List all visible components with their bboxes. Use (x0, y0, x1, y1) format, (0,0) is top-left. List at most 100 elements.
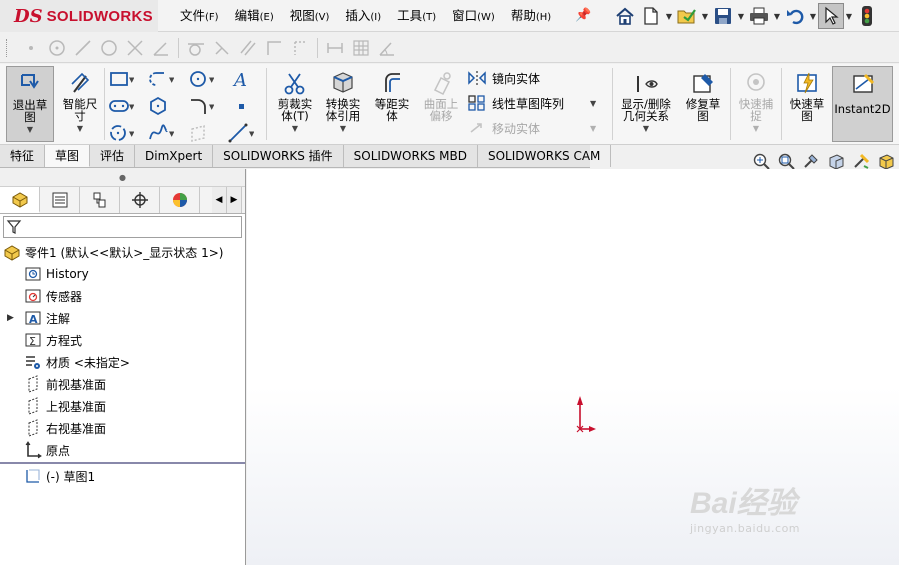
repair-sketch-button[interactable]: 修复草 图 (680, 66, 726, 142)
chevron-right-icon[interactable]: ▶ (227, 187, 242, 213)
tree-item-material[interactable]: 材质 <未指定> (0, 351, 245, 373)
circle-icon[interactable] (96, 37, 122, 59)
offset-entities-button[interactable]: 等距实 体 (370, 66, 414, 142)
center-point-icon[interactable] (44, 37, 70, 59)
tree-item-sketch1[interactable]: (-) 草图1 (0, 465, 245, 487)
display-manager-tab[interactable] (160, 187, 200, 213)
offset-on-surface-button[interactable]: 曲面上 偏移 (418, 66, 464, 142)
tab-dimxpert[interactable]: DimXpert (135, 145, 214, 167)
rebuild-traffic-light-icon[interactable] (854, 3, 880, 29)
configuration-manager-tab[interactable] (80, 187, 120, 213)
mirror-entities-button[interactable]: 镜向实体 (466, 66, 540, 90)
intersect-icon[interactable] (122, 37, 148, 59)
menu-insert[interactable]: 插入(I) (337, 4, 389, 28)
tab-mbd[interactable]: SOLIDWORKS MBD (344, 145, 478, 167)
parallel-icon[interactable] (235, 37, 261, 59)
point-tool-icon[interactable] (228, 95, 254, 117)
slot-icon[interactable]: ▼ (148, 68, 174, 90)
save-icon[interactable] (710, 3, 736, 29)
menu-tools[interactable]: 工具(T) (389, 4, 444, 28)
line-icon[interactable] (70, 37, 96, 59)
menu-view[interactable]: 视图(V) (282, 4, 338, 28)
tree-item-origin[interactable]: 原点 (0, 439, 245, 461)
rapid-sketch-button[interactable]: 快速草 图 (784, 66, 830, 142)
property-manager-tab[interactable] (40, 187, 80, 213)
rollback-bar[interactable] (0, 462, 245, 464)
solidworks-logo[interactable]: DS SOLIDWORKS (0, 0, 158, 32)
tab-addins[interactable]: SOLIDWORKS 插件 (213, 145, 344, 167)
tree-item-sensors[interactable]: 传感器 (0, 285, 245, 307)
tree-item-top-plane[interactable]: 上视基准面 (0, 395, 245, 417)
menu-window[interactable]: 窗口(W) (444, 4, 503, 28)
spline-icon[interactable]: ▼ (148, 122, 174, 144)
menu-edit[interactable]: 编辑(E) (227, 4, 282, 28)
chevron-left-icon[interactable]: ◀ (212, 187, 227, 213)
menu-file[interactable]: 文件(F) (172, 4, 227, 28)
select-cursor-icon[interactable] (818, 3, 844, 29)
ellipse-icon[interactable]: ▼ (108, 122, 134, 144)
rectangle-icon[interactable]: ▼ (108, 68, 134, 90)
grid-icon[interactable] (348, 37, 374, 59)
chevron-down-icon[interactable]: ▼ (590, 124, 596, 133)
tree-root-part[interactable]: 零件1 (默认<<默认>_显示状态 1>) (0, 241, 245, 263)
panel-splitter-handle[interactable]: ● (0, 169, 245, 187)
expand-arrow-icon[interactable]: ▶ (7, 313, 14, 323)
angle-dim-icon[interactable] (374, 37, 400, 59)
chevron-down-icon[interactable]: ▼ (753, 124, 759, 133)
tree-item-history[interactable]: History (0, 263, 245, 285)
chevron-down-icon[interactable]: ▼ (590, 99, 596, 108)
home-icon[interactable] (612, 3, 638, 29)
chevron-down-icon[interactable]: ▼ (772, 12, 782, 21)
move-entities-button[interactable]: 移动实体 ▼ (466, 116, 596, 140)
instant2d-button[interactable]: Instant2D (832, 66, 893, 142)
chevron-down-icon[interactable]: ▼ (643, 124, 649, 133)
dimxpert-manager-tab[interactable] (120, 187, 160, 213)
angle-icon[interactable] (148, 37, 174, 59)
previous-view-icon[interactable] (800, 151, 822, 171)
tree-item-annotations[interactable]: ▶ A 注解 (0, 307, 245, 329)
tangent-icon[interactable] (183, 37, 209, 59)
tab-sketch[interactable]: 草图 (45, 145, 91, 167)
pin-icon[interactable]: 📌 (575, 8, 591, 23)
open-folder-icon[interactable] (674, 3, 700, 29)
tab-cam[interactable]: SOLIDWORKS CAM (478, 145, 612, 167)
text-icon[interactable]: A (228, 68, 254, 90)
print-icon[interactable] (746, 3, 772, 29)
dynamic-annotation-icon[interactable] (850, 151, 872, 171)
view-orientation-icon[interactable] (875, 151, 897, 171)
point-icon[interactable] (18, 37, 44, 59)
feature-manager-tab[interactable] (0, 187, 40, 213)
vertical-dashed-icon[interactable] (287, 37, 313, 59)
chevron-down-icon[interactable]: ▼ (844, 12, 854, 21)
undo-icon[interactable] (782, 3, 808, 29)
chevron-down-icon[interactable]: ▼ (77, 124, 83, 133)
plane-sketch-icon[interactable] (188, 122, 214, 144)
quick-snaps-button[interactable]: 快速捕 捉 ▼ (733, 66, 779, 142)
tab-evaluate[interactable]: 评估 (90, 145, 136, 167)
chevron-down-icon[interactable]: ▼ (808, 12, 818, 21)
tree-item-right-plane[interactable]: 右视基准面 (0, 417, 245, 439)
polygon-icon[interactable] (148, 95, 174, 117)
chevron-down-icon[interactable]: ▼ (664, 12, 674, 21)
toolbar-grip[interactable] (6, 39, 9, 57)
dimension-icon[interactable] (322, 37, 348, 59)
zoom-to-fit-icon[interactable] (750, 151, 772, 171)
display-delete-relations-button[interactable]: 显示/删除 几何关系 ▼ (616, 66, 676, 142)
chevron-down-icon[interactable]: ▼ (292, 124, 298, 133)
chevron-down-icon[interactable]: ▼ (736, 12, 746, 21)
exit-sketch-button[interactable]: 退出草 图 ▼ (6, 66, 54, 142)
perpendicular-icon[interactable] (209, 37, 235, 59)
chevron-down-icon[interactable]: ▼ (27, 125, 33, 134)
tree-item-front-plane[interactable]: 前视基准面 (0, 373, 245, 395)
trim-entities-button[interactable]: 剪裁实 体(T) ▼ (272, 66, 318, 142)
slot-straight-icon[interactable]: ▼ (108, 95, 134, 117)
circle-tool-icon[interactable]: ▼ (188, 68, 214, 90)
tree-item-equations[interactable]: Σ 方程式 (0, 329, 245, 351)
linear-sketch-pattern-button[interactable]: 线性草图阵列 ▼ (466, 91, 596, 115)
menu-help[interactable]: 帮助(H) (503, 4, 559, 28)
section-view-icon[interactable] (825, 151, 847, 171)
fillet-icon[interactable]: ▼ (188, 95, 214, 117)
zoom-area-icon[interactable] (775, 151, 797, 171)
line-tool-icon[interactable]: ▼ (228, 122, 254, 144)
new-document-icon[interactable] (638, 3, 664, 29)
